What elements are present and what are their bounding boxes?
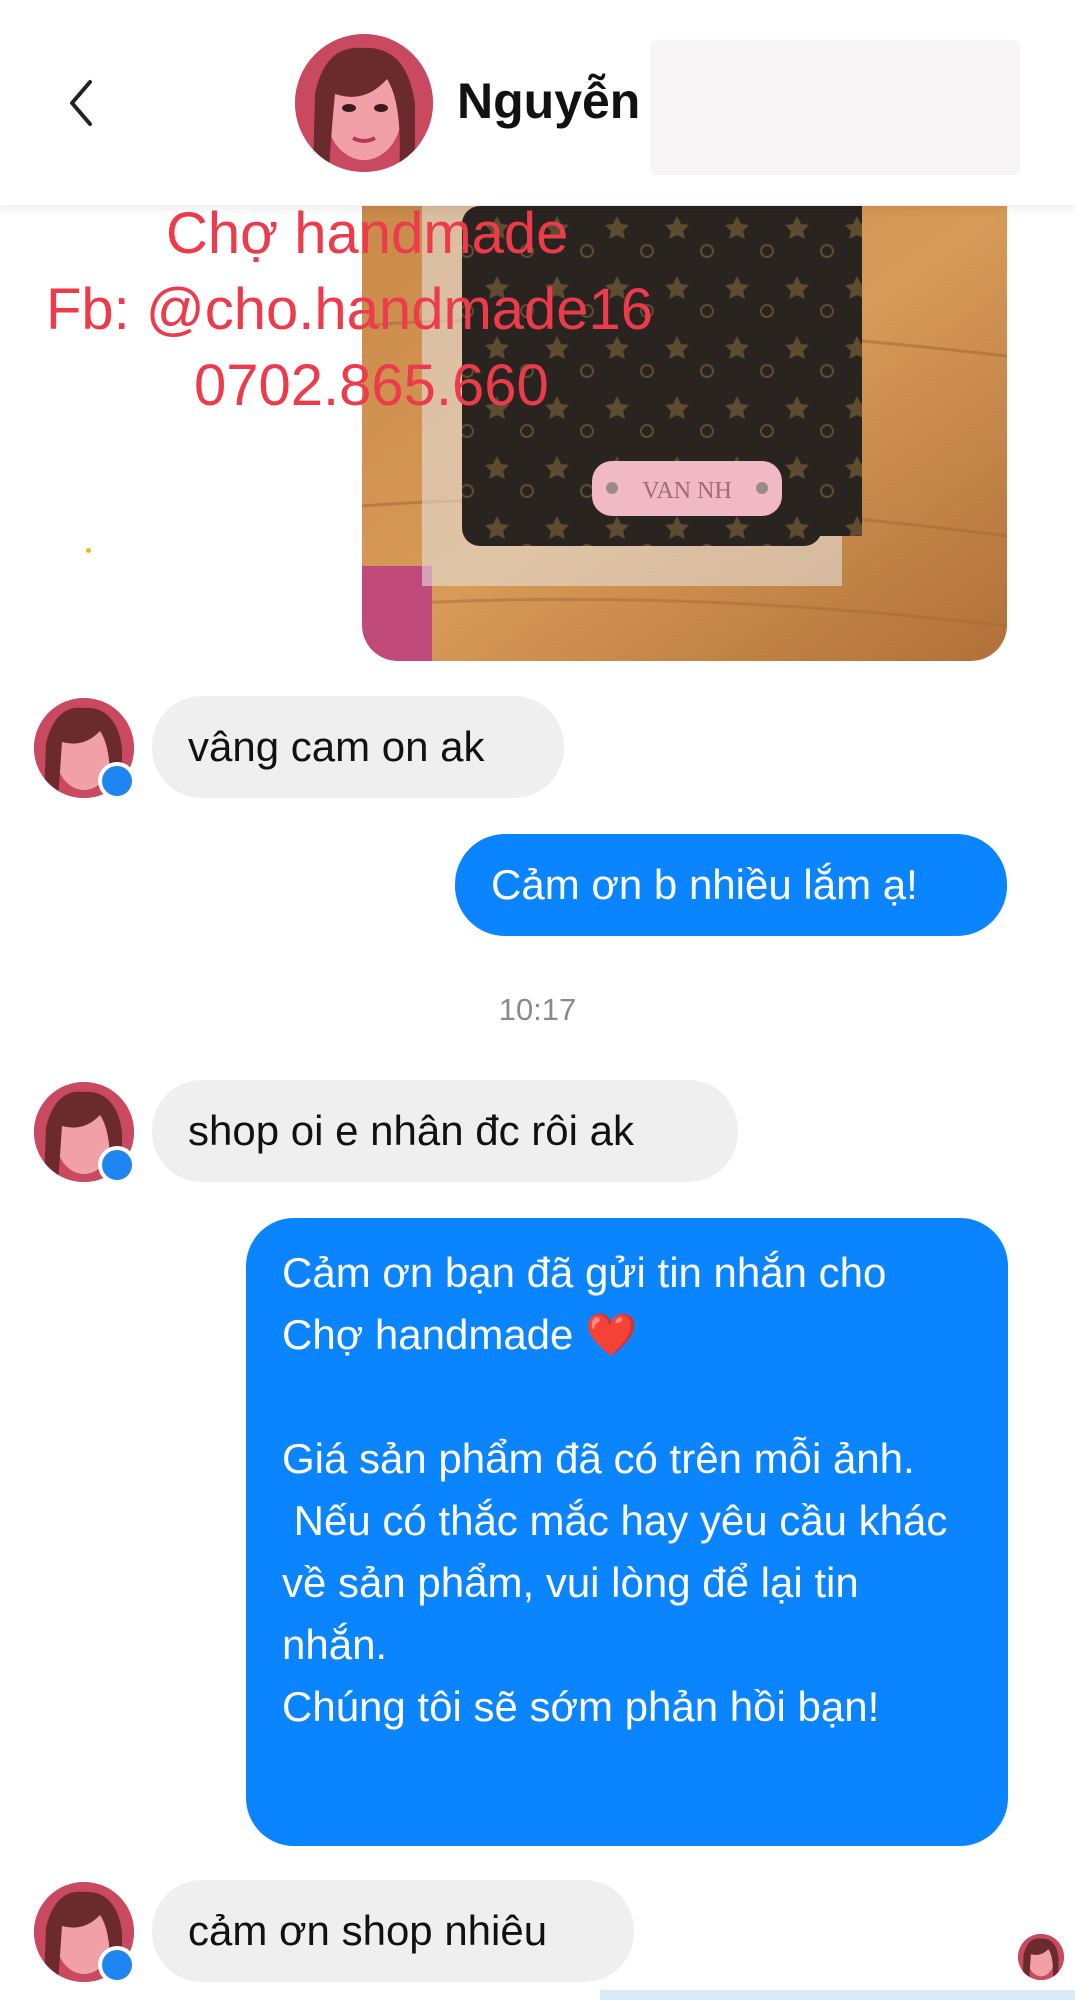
bottom-bar: [600, 1990, 1075, 2000]
conversation-header: Nguyễn: [0, 0, 1075, 205]
timestamp: 10:17: [498, 992, 577, 1027]
auto-reply-paragraph: Chúng tôi sẽ sớm phản hồi bạn!: [282, 1683, 880, 1730]
blurred-name-area: [650, 40, 1020, 175]
message-incoming[interactable]: vâng cam on ak: [152, 696, 564, 798]
messenger-badge-icon: [98, 1146, 136, 1184]
auto-reply-paragraph: Cảm ơn bạn đã gửi tin nhắn cho Chợ handm…: [282, 1249, 899, 1358]
contact-name[interactable]: Nguyễn: [457, 72, 640, 130]
auto-reply-paragraph: Giá sản phẩm đã có trên mỗi ảnh.: [282, 1435, 915, 1482]
message-outgoing-auto-reply[interactable]: Cảm ơn bạn đã gửi tin nhắn cho Chợ handm…: [246, 1218, 1008, 1846]
chevron-left-icon: [70, 80, 92, 126]
contact-avatar[interactable]: [295, 34, 433, 172]
product-tag-text: VAN NH: [642, 478, 732, 504]
seen-avatar-icon: [1018, 1934, 1064, 1980]
auto-reply-paragraph: Nếu có thắc mắc hay yêu cầu khác về sản …: [282, 1497, 960, 1668]
watermark-fb-handle: Fb: @cho.handmade16: [46, 277, 654, 342]
watermark-shop-name: Chợ handmade: [166, 201, 569, 266]
messenger-badge-icon: [98, 1946, 136, 1984]
watermark: Chợ handmade Fb: @cho.handmade16 0702.86…: [0, 200, 800, 430]
messenger-badge-icon: [98, 762, 136, 800]
watermark-phone: 0702.865.660: [194, 353, 549, 418]
back-button[interactable]: [58, 68, 108, 138]
decorative-dot: [86, 548, 91, 553]
message-outgoing[interactable]: Cảm ơn b nhiều lắm ạ!: [455, 834, 1007, 936]
message-incoming[interactable]: shop oi e nhân đc rôi ak: [152, 1080, 738, 1182]
message-incoming[interactable]: cảm ơn shop nhiêu: [152, 1880, 634, 1982]
